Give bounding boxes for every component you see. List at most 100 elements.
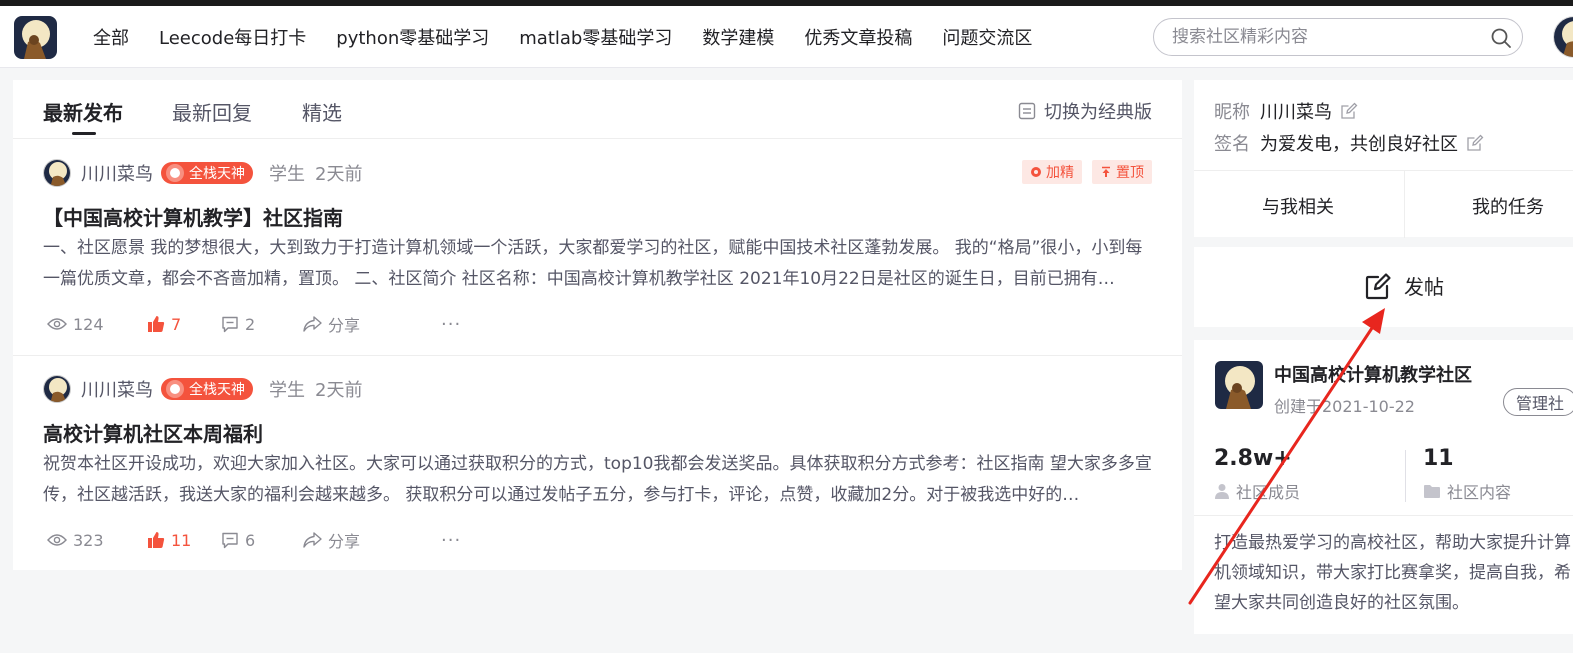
edit-icon[interactable] <box>1466 134 1484 152</box>
tab-latest-posts[interactable]: 最新发布 <box>43 97 123 135</box>
top-navbar: 全部 Leecode每日打卡 python零基础学习 matlab零基础学习 数… <box>0 6 1573 68</box>
nickname-label: 昵称 <box>1214 102 1250 123</box>
badge-icon <box>166 380 184 398</box>
search-icon[interactable] <box>1490 27 1512 49</box>
community-logo[interactable] <box>1215 361 1263 409</box>
nav-item-all[interactable]: 全部 <box>78 24 144 50</box>
edit-icon[interactable] <box>1340 102 1358 120</box>
author-badge: 全栈天神 <box>161 378 253 400</box>
eye-icon <box>47 534 67 546</box>
tab-my-tasks[interactable]: 我的任务 <box>1472 193 1544 219</box>
search-box <box>1153 18 1523 56</box>
divider <box>1405 450 1406 502</box>
post-item[interactable]: 川川菜鸟 全栈天神 学生 2天前 高校计算机社区本周福利 祝贺本社区开设成功，欢… <box>13 355 1182 570</box>
manage-community-button[interactable]: 管理社 <box>1503 388 1573 416</box>
nav-item-math-modeling[interactable]: 数学建模 <box>687 24 789 50</box>
author-role: 学生 <box>269 164 305 185</box>
author-badge: 全栈天神 <box>161 162 253 184</box>
comment-button[interactable]: 2 <box>221 315 303 334</box>
comment-button[interactable]: 6 <box>221 531 303 550</box>
tab-featured[interactable]: 精选 <box>302 97 342 126</box>
pinned-tag-label: 置顶 <box>1116 165 1144 181</box>
flame-icon <box>1031 167 1041 177</box>
post-title[interactable]: 高校计算机社区本周福利 <box>43 418 263 447</box>
badge-label: 全栈天神 <box>189 382 245 398</box>
feed-tabs: 最新发布 最新回复 精选 切换为经典版 <box>13 80 1182 139</box>
pin-icon <box>1102 166 1110 177</box>
folder-icon <box>1424 484 1440 498</box>
post-tags: 加精 置顶 <box>1022 160 1152 184</box>
post-item[interactable]: 川川菜鸟 全栈天神 学生 2天前 加精 置顶 【中国高校计算机教学】社区指南 一… <box>13 140 1182 355</box>
view-count: 323 <box>47 531 147 550</box>
feed-panel: 最新发布 最新回复 精选 切换为经典版 川川菜鸟 全栈天神 学生 2天前 加精 <box>13 80 1182 570</box>
more-icon[interactable]: ··· <box>441 314 461 335</box>
nav-item-python[interactable]: python零基础学习 <box>321 24 504 50</box>
community-name[interactable]: 中国高校计算机教学社区 <box>1274 361 1472 387</box>
switch-classic-label: 切换为经典版 <box>1044 102 1152 123</box>
content-label: 社区内容 <box>1447 483 1512 502</box>
search-input[interactable] <box>1172 19 1472 55</box>
user-icon <box>1215 484 1229 499</box>
new-post-label: 发帖 <box>1404 275 1444 299</box>
comment-icon <box>222 532 238 548</box>
members-count: 2.8w+ <box>1214 446 1292 471</box>
signature-value: 为爱发电，共创良好社区 <box>1260 134 1458 155</box>
badge-icon <box>166 164 184 182</box>
members-stat: 2.8w+ 社区成员 <box>1214 446 1300 503</box>
profile-card: 昵称 川川菜鸟 签名 为爱发电，共创良好社区 与我相关 我的任务 <box>1194 80 1573 238</box>
post-time: 2天前 <box>315 164 363 185</box>
pinned-tag: 置顶 <box>1092 160 1152 184</box>
community-created-date: 创建于2021-10-22 <box>1274 397 1415 416</box>
post-icon <box>1365 272 1391 299</box>
members-label: 社区成员 <box>1236 483 1301 502</box>
share-icon <box>303 532 322 548</box>
post-title[interactable]: 【中国高校计算机教学】社区指南 <box>43 202 343 231</box>
nav-item-leetcode[interactable]: Leecode每日打卡 <box>144 24 321 50</box>
share-icon <box>303 316 322 332</box>
share-button[interactable]: 分享 <box>303 528 441 552</box>
post-excerpt[interactable]: 一、社区愿景 我的梦想很大，大到致力于打造计算机领域一个活跃，大家都爱学习的社区… <box>43 233 1153 295</box>
nickname-value: 川川菜鸟 <box>1260 102 1332 123</box>
like-button[interactable]: 11 <box>147 531 221 550</box>
author-name[interactable]: 川川菜鸟 <box>81 160 153 186</box>
content-count: 11 <box>1423 446 1454 471</box>
like-button[interactable]: 7 <box>147 315 221 334</box>
post-excerpt[interactable]: 祝贺本社区开设成功，欢迎大家加入社区。大家可以通过获取积分的方式，top10我都… <box>43 449 1153 511</box>
author-avatar[interactable] <box>43 159 71 187</box>
signature-row: 签名 为爱发电，共创良好社区 <box>1214 130 1484 156</box>
badge-label: 全栈天神 <box>189 166 245 182</box>
divider <box>1404 171 1405 238</box>
featured-tag: 加精 <box>1022 160 1082 184</box>
author-role: 学生 <box>269 380 305 401</box>
thumb-up-icon <box>148 532 165 548</box>
featured-tag-label: 加精 <box>1046 165 1074 181</box>
tab-related-to-me[interactable]: 与我相关 <box>1262 193 1334 219</box>
nav-item-article-submission[interactable]: 优秀文章投稿 <box>789 24 927 50</box>
nav-menu: 全部 Leecode每日打卡 python零基础学习 matlab零基础学习 数… <box>78 6 1047 68</box>
content-stat: 11 社区内容 <box>1423 446 1511 503</box>
signature-label: 签名 <box>1214 134 1250 155</box>
community-card: 中国高校计算机教学社区 创建于2021-10-22 管理社 2.8w+ 社区成员… <box>1194 340 1573 634</box>
post-stats: 124 7 2 分享 ··· <box>47 312 461 336</box>
thumb-up-icon <box>148 316 165 332</box>
post-time: 2天前 <box>315 380 363 401</box>
profile-tabs: 与我相关 我的任务 <box>1194 170 1573 238</box>
switch-classic-button[interactable]: 切换为经典版 <box>1018 98 1152 124</box>
community-stats: 2.8w+ 社区成员 11 社区内容 <box>1194 440 1573 516</box>
share-button[interactable]: 分享 <box>303 312 441 336</box>
new-post-button[interactable]: 发帖 <box>1364 271 1444 300</box>
nickname-row: 昵称 川川菜鸟 <box>1214 98 1358 124</box>
author-name[interactable]: 川川菜鸟 <box>81 376 153 402</box>
site-logo[interactable] <box>14 16 57 59</box>
community-description: 打造最热爱学习的高校社区，帮助大家提升计算机领域知识，带大家打比赛拿奖，提高自我… <box>1214 533 1571 613</box>
post-stats: 323 11 6 分享 ··· <box>47 528 461 552</box>
nav-item-qa[interactable]: 问题交流区 <box>927 24 1047 50</box>
switch-icon <box>1018 102 1036 120</box>
more-icon[interactable]: ··· <box>441 530 461 551</box>
comment-icon <box>222 316 238 332</box>
nav-item-matlab[interactable]: matlab零基础学习 <box>504 24 687 50</box>
user-avatar[interactable] <box>1553 16 1573 58</box>
tab-latest-replies[interactable]: 最新回复 <box>172 97 252 126</box>
author-avatar[interactable] <box>43 375 71 403</box>
view-count: 124 <box>47 315 147 334</box>
